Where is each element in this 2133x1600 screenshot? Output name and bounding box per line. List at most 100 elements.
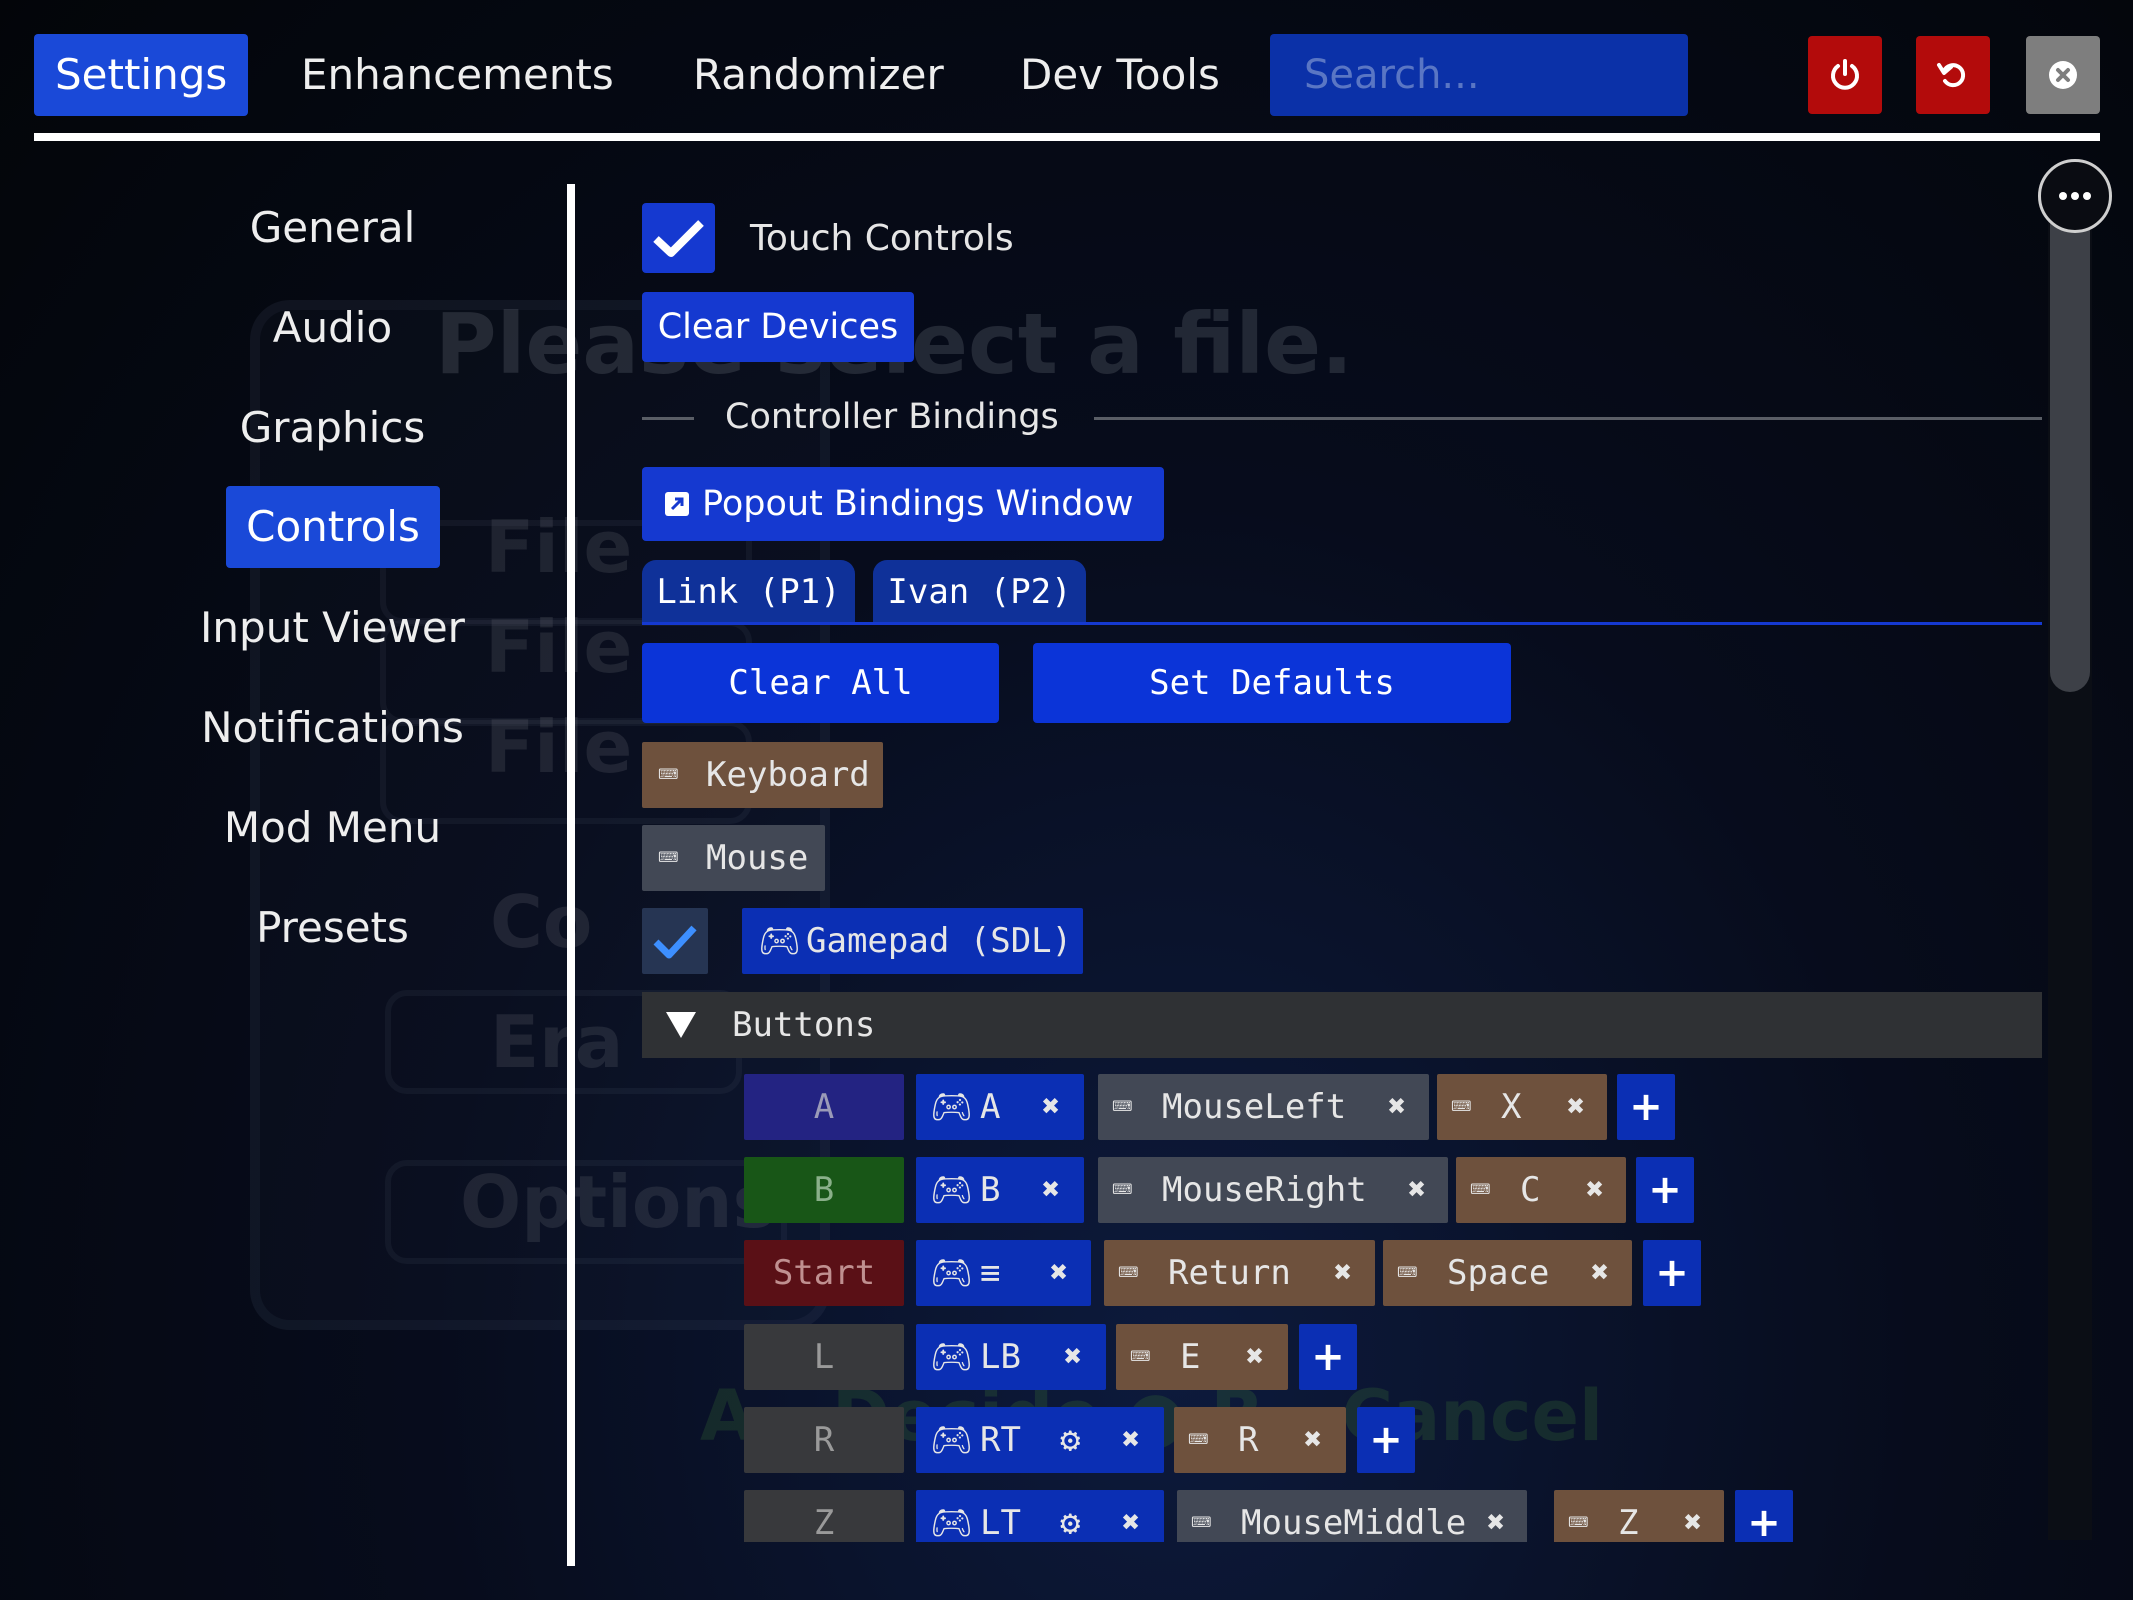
remove-binding-icon[interactable]: ✖ bbox=[1334, 1240, 1352, 1306]
gamepad-device-checkbox[interactable] bbox=[642, 908, 708, 974]
sidebar-item-general[interactable]: General bbox=[200, 187, 465, 269]
set-defaults-button[interactable]: Set Defaults bbox=[1033, 643, 1511, 723]
triangle-down-icon bbox=[666, 1012, 696, 1038]
keyboard-device-label: Keyboard bbox=[706, 755, 870, 795]
sidebar-item-controls[interactable]: Controls bbox=[226, 486, 440, 568]
binding-row-label-b: B bbox=[744, 1157, 904, 1223]
pad-binding-chip[interactable]: 🎮︎ A ✖ bbox=[916, 1074, 1084, 1140]
remove-binding-icon[interactable]: ✖ bbox=[1246, 1324, 1264, 1390]
remove-binding-icon[interactable]: ✖ bbox=[1408, 1157, 1426, 1223]
keyboard-binding-label: Space bbox=[1447, 1253, 1550, 1293]
remove-binding-icon[interactable]: ✖ bbox=[1586, 1157, 1604, 1223]
tab-enhancements[interactable]: Enhancements bbox=[280, 34, 635, 116]
sidebar-item-input-viewer[interactable]: Input Viewer bbox=[200, 587, 465, 669]
scrollbar-thumb[interactable] bbox=[2050, 200, 2090, 692]
remove-binding-icon[interactable]: ✖ bbox=[1487, 1490, 1505, 1542]
remove-binding-icon[interactable]: ✖ bbox=[1042, 1157, 1060, 1223]
popout-bindings-button[interactable]: Popout Bindings Window bbox=[642, 467, 1164, 541]
add-binding-button[interactable]: + bbox=[1299, 1324, 1357, 1390]
remove-binding-icon[interactable]: ✖ bbox=[1122, 1490, 1140, 1542]
add-binding-button[interactable]: + bbox=[1357, 1407, 1415, 1473]
mouse-device-chip[interactable]: ⌨ Mouse bbox=[642, 825, 825, 891]
remove-binding-icon[interactable]: ✖ bbox=[1050, 1240, 1068, 1306]
keyboard-binding-label: Return bbox=[1168, 1253, 1291, 1293]
pad-binding-chip[interactable]: 🎮︎ RT ⚙ ✖ bbox=[916, 1407, 1164, 1473]
touch-controls-checkbox[interactable] bbox=[642, 203, 715, 273]
mouse-binding-chip[interactable]: ⌨ MouseRight ✖ bbox=[1098, 1157, 1448, 1223]
mouse-device-label: Mouse bbox=[706, 838, 809, 878]
mouse-binding-chip[interactable]: ⌨ MouseLeft ✖ bbox=[1098, 1074, 1429, 1140]
remove-binding-icon[interactable]: ✖ bbox=[1591, 1240, 1609, 1306]
popout-icon bbox=[665, 492, 689, 516]
background-item: Era bbox=[490, 1000, 624, 1084]
gamepad-icon: 🎮︎ bbox=[930, 1170, 974, 1210]
add-binding-button[interactable]: + bbox=[1735, 1490, 1793, 1542]
reset-button[interactable] bbox=[1916, 36, 1990, 114]
remove-binding-icon[interactable]: ✖ bbox=[1567, 1074, 1585, 1140]
gamepad-device-chip[interactable]: 🎮︎ Gamepad (SDL) bbox=[742, 908, 1083, 974]
tab-player-1[interactable]: Link (P1) bbox=[642, 560, 855, 624]
remove-binding-icon[interactable]: ✖ bbox=[1042, 1074, 1060, 1140]
pad-binding-label: RT bbox=[980, 1420, 1021, 1460]
keyboard-binding-chip[interactable]: ⌨ R ✖ bbox=[1174, 1407, 1346, 1473]
keyboard-icon: ⌨ bbox=[1112, 1087, 1133, 1127]
clear-devices-button[interactable]: Clear Devices bbox=[642, 292, 914, 362]
keyboard-icon: ⌨ bbox=[658, 838, 679, 878]
more-options-button[interactable] bbox=[2038, 159, 2112, 233]
gamepad-icon: 🎮︎ bbox=[930, 1087, 974, 1127]
keyboard-icon: ⌨ bbox=[1112, 1170, 1133, 1210]
sidebar-item-presets[interactable]: Presets bbox=[200, 887, 465, 969]
tab-dev-tools[interactable]: Dev Tools bbox=[999, 34, 1241, 116]
background-item: File bbox=[485, 705, 633, 789]
remove-binding-icon[interactable]: ✖ bbox=[1388, 1074, 1406, 1140]
keyboard-binding-chip[interactable]: ⌨ X ✖ bbox=[1437, 1074, 1607, 1140]
reset-icon bbox=[1937, 63, 1966, 88]
close-button[interactable] bbox=[2026, 36, 2100, 114]
bindings-list: A 🎮︎ A ✖ ⌨ MouseLeft ✖ ⌨ X ✖ + B 🎮︎ B ✖ … bbox=[642, 1062, 2042, 1542]
tab-settings[interactable]: Settings bbox=[34, 34, 249, 116]
section-rule bbox=[1094, 417, 2042, 420]
buttons-section-header[interactable]: Buttons bbox=[642, 992, 2042, 1058]
background-item: File bbox=[485, 605, 633, 689]
pad-binding-chip[interactable]: 🎮︎ ≡ ✖ bbox=[916, 1240, 1091, 1306]
section-title: Controller Bindings bbox=[725, 397, 1059, 437]
sidebar-item-audio[interactable]: Audio bbox=[200, 287, 465, 369]
power-button[interactable] bbox=[1808, 36, 1882, 114]
keyboard-binding-chip[interactable]: ⌨ Return ✖ bbox=[1104, 1240, 1375, 1306]
keyboard-binding-chip[interactable]: ⌨ Space ✖ bbox=[1383, 1240, 1632, 1306]
gear-icon[interactable]: ⚙ bbox=[1060, 1490, 1080, 1542]
tab-player-2[interactable]: Ivan (P2) bbox=[873, 560, 1086, 624]
pad-binding-chip[interactable]: 🎮︎ LT ⚙ ✖ bbox=[916, 1490, 1164, 1542]
add-binding-button[interactable]: + bbox=[1617, 1074, 1675, 1140]
mouse-binding-chip[interactable]: ⌨ MouseMiddle ✖ bbox=[1177, 1490, 1527, 1542]
keyboard-binding-chip[interactable]: ⌨ C ✖ bbox=[1456, 1157, 1626, 1223]
add-binding-button[interactable]: + bbox=[1643, 1240, 1701, 1306]
popout-bindings-label: Popout Bindings Window bbox=[702, 484, 1134, 524]
gamepad-icon: 🎮︎ bbox=[930, 1253, 974, 1293]
gear-icon[interactable]: ⚙ bbox=[1060, 1407, 1080, 1473]
gamepad-icon: 🎮︎ bbox=[758, 921, 802, 961]
sidebar-item-mod-menu[interactable]: Mod Menu bbox=[200, 787, 465, 869]
add-binding-button[interactable]: + bbox=[1636, 1157, 1694, 1223]
remove-binding-icon[interactable]: ✖ bbox=[1064, 1324, 1082, 1390]
sidebar-item-graphics[interactable]: Graphics bbox=[200, 387, 465, 469]
background-item: File bbox=[485, 505, 633, 589]
sidebar-item-notifications[interactable]: Notifications bbox=[200, 687, 465, 769]
tab-randomizer[interactable]: Randomizer bbox=[672, 34, 965, 116]
keyboard-binding-chip[interactable]: ⌨ E ✖ bbox=[1116, 1324, 1288, 1390]
keyboard-device-chip[interactable]: ⌨ Keyboard bbox=[642, 742, 883, 808]
clear-all-button[interactable]: Clear All bbox=[642, 643, 999, 723]
pad-binding-chip[interactable]: 🎮︎ LB ✖ bbox=[916, 1324, 1106, 1390]
power-icon bbox=[1831, 59, 1859, 90]
ellipsis-icon bbox=[2059, 192, 2091, 200]
remove-binding-icon[interactable]: ✖ bbox=[1304, 1407, 1322, 1473]
keyboard-binding-label: R bbox=[1238, 1420, 1259, 1460]
mouse-binding-label: MouseMiddle bbox=[1241, 1503, 1467, 1542]
keyboard-binding-chip[interactable]: ⌨ Z ✖ bbox=[1554, 1490, 1724, 1542]
search-input[interactable] bbox=[1270, 34, 1688, 116]
remove-binding-icon[interactable]: ✖ bbox=[1122, 1407, 1140, 1473]
binding-row-label-z: Z bbox=[744, 1490, 904, 1542]
remove-binding-icon[interactable]: ✖ bbox=[1684, 1490, 1702, 1542]
pad-binding-chip[interactable]: 🎮︎ B ✖ bbox=[916, 1157, 1084, 1223]
keyboard-icon: ⌨ bbox=[658, 755, 679, 795]
